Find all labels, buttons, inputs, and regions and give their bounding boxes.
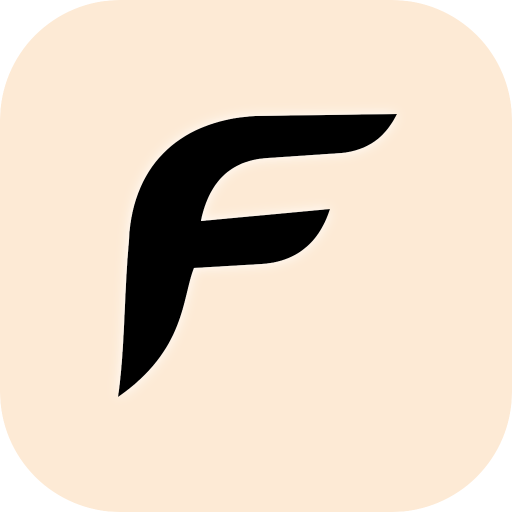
app-icon-canvas [0, 0, 512, 512]
app-icon-tile[interactable] [0, 0, 512, 512]
app-icon-graphic [0, 0, 512, 512]
